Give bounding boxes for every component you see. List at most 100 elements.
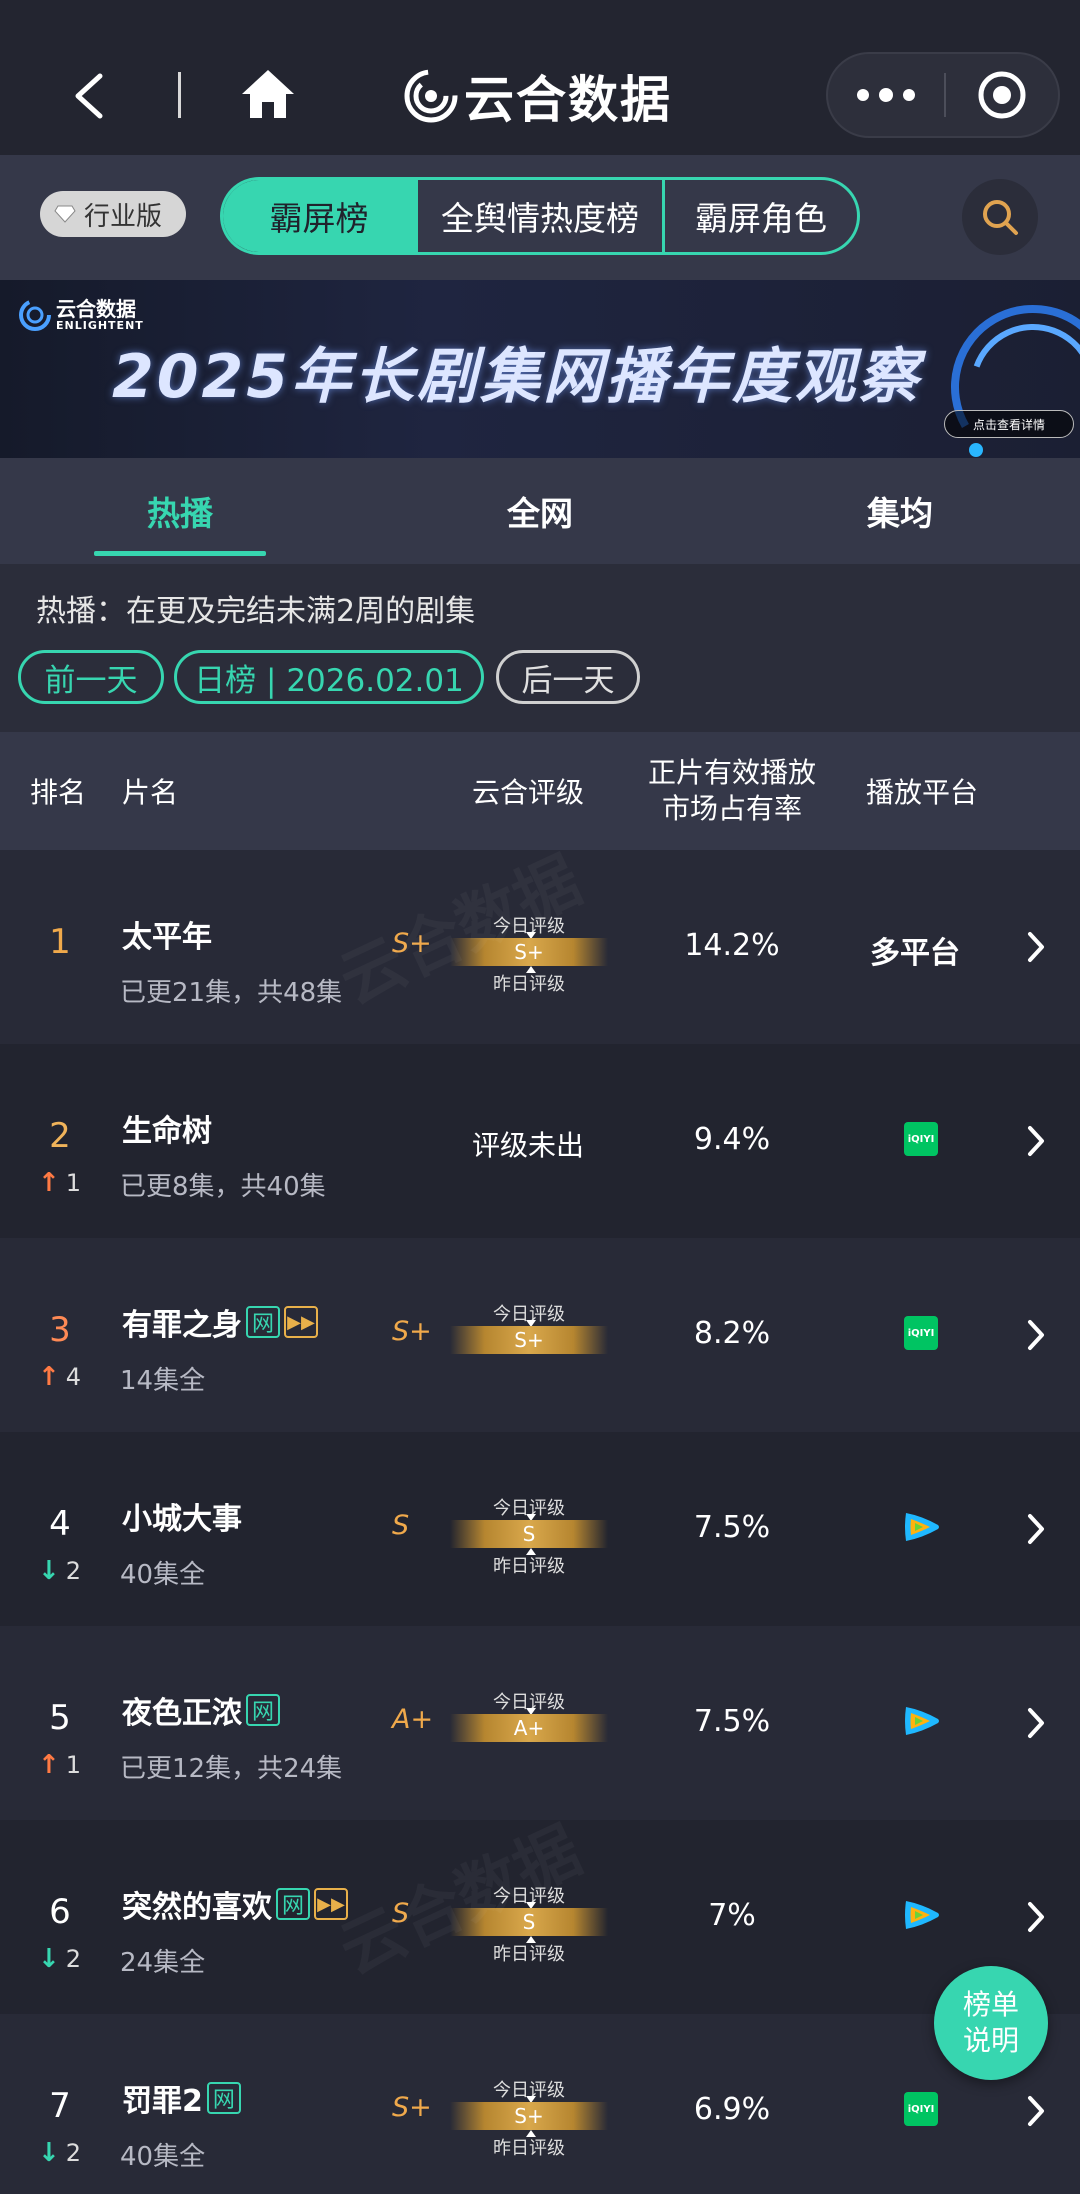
chevron-right-icon[interactable]: [1026, 1900, 1046, 1934]
table-row[interactable]: 3 ↑ 4 有罪之身网 ▶▶ 14集全 S+ 今日评级 S+ 8.2% iQIYI: [0, 1238, 1080, 1432]
target-icon: [978, 71, 1026, 119]
grade-bar: S+: [450, 938, 608, 966]
mini-program-capsule: [826, 52, 1060, 138]
grade-yesterday-label: 昨日评级: [493, 1556, 565, 1577]
table-row[interactable]: 5 ↑ 1 夜色正浓网已更12集，共24集 A+ 今日评级 A+ 7.5%: [0, 1626, 1080, 1820]
home-icon[interactable]: [240, 68, 296, 120]
header-market-share: 正片有效播放 市场占有率: [640, 732, 824, 850]
table-row[interactable]: 2 ↑ 1 生命树 已更8集，共40集 评级未出 9.4% iQIYI: [0, 1044, 1080, 1238]
rank-number: 2: [49, 1116, 71, 1156]
table-row[interactable]: 1 太平年 已更21集，共48集 S+ 今日评级 S+ 昨日评级 14.2% 多平台: [0, 850, 1080, 1044]
rank-change-value: 2: [65, 2139, 82, 2167]
episode-info: 40集全: [120, 2142, 206, 2172]
grade-value: S+: [392, 928, 432, 959]
rank-change: ↑ 1: [38, 1168, 81, 1198]
rank-change-value: 1: [65, 1169, 82, 1197]
show-title: 太平年: [122, 920, 212, 955]
chevron-right-icon[interactable]: [1026, 1706, 1046, 1740]
dot-icon: [903, 89, 915, 101]
brand-logo-icon: [404, 69, 458, 123]
tab-screen-domination[interactable]: 霸屏榜: [223, 180, 415, 252]
show-title: 夜色正浓: [122, 1696, 242, 1731]
show-title: 有罪之身: [122, 1308, 242, 1343]
rank-change-value: 2: [65, 1945, 82, 1973]
rank-change: ↓ 2: [38, 1556, 81, 1586]
grade-value: A+: [392, 1704, 434, 1735]
industry-badge-label: 行业版: [84, 201, 163, 232]
arrow-down-icon: ↓: [38, 1556, 60, 1586]
chevron-right-icon[interactable]: [1026, 930, 1046, 964]
show-title-wrap: 生命树: [122, 1106, 442, 1150]
tencent-video-icon: [905, 1707, 939, 1735]
grade-value: S+: [392, 1316, 432, 1347]
header-grade: 云合评级: [472, 776, 585, 809]
tab-screen-roles[interactable]: 霸屏角色: [662, 180, 857, 252]
grade-bar: S+: [450, 2102, 608, 2130]
market-share: 14.2%: [684, 928, 780, 963]
grade-value: S: [392, 1898, 410, 1929]
rank-number: 7: [49, 2086, 71, 2126]
market-share: 6.9%: [693, 2092, 771, 2127]
table-row[interactable]: 4 ↓ 2 小城大事 40集全 S 今日评级 S 昨日评级 7.5%: [0, 1432, 1080, 1626]
header-title: 片名: [122, 776, 179, 809]
annual-report-banner[interactable]: 云合数据 ENLIGHTENT 2025年长剧集网播年度观察 点击查看详情: [0, 280, 1080, 458]
network-drama-badge: 网: [276, 1888, 310, 1920]
fast-forward-icon: ▶▶: [284, 1306, 318, 1338]
market-share: 7.5%: [693, 1704, 771, 1739]
rank-number: 6: [49, 1892, 71, 1932]
header-divider: [178, 72, 181, 118]
brand-name: 云合数据: [464, 71, 672, 129]
rank-change: ↑ 4: [38, 1362, 81, 1392]
ranking-explanation-button[interactable]: 榜单 说明: [934, 1966, 1048, 2080]
next-day-button[interactable]: 后一天: [496, 650, 640, 704]
ranking-info-panel: 热播：在更及完结未满2周的剧集 前一天 日榜 | 2026.02.01 后一天: [0, 564, 1080, 732]
header-share-line2: 市场占有率: [661, 792, 802, 825]
platform-label: 多平台: [870, 936, 960, 971]
ranking-type-bar: 行业版 霸屏榜 全舆情热度榜 霸屏角色: [0, 155, 1080, 280]
tab-all-network[interactable]: 全网: [360, 458, 720, 564]
ranking-list: 1 太平年 已更21集，共48集 S+ 今日评级 S+ 昨日评级 14.2% 多平台 2 ↑ 1 生命树…: [0, 850, 1080, 2194]
banner-details-button[interactable]: 点击查看详情: [944, 410, 1074, 438]
previous-day-button[interactable]: 前一天: [18, 650, 164, 704]
episode-info: 40集全: [120, 1560, 206, 1590]
table-header: 排名 片名 云合评级 正片有效播放 市场占有率 播放平台: [0, 732, 1080, 850]
tab-public-opinion-heat[interactable]: 全舆情热度榜: [415, 180, 662, 252]
more-options-button[interactable]: [828, 54, 944, 136]
date-selector[interactable]: 日榜 | 2026.02.01: [174, 650, 484, 704]
rank-change-value: 2: [65, 1557, 82, 1585]
grade-yesterday-label: 昨日评级: [493, 974, 565, 995]
arrow-down-icon: ↓: [38, 1944, 60, 1974]
network-drama-badge: 网: [246, 1306, 280, 1338]
network-drama-badge: 网: [246, 1694, 280, 1726]
rank-number: 5: [49, 1698, 71, 1738]
search-button[interactable]: [962, 179, 1038, 255]
tencent-video-icon: [905, 1901, 939, 1929]
brand-logo-icon: [19, 299, 51, 331]
banner-logo-cn: 云合数据: [56, 296, 136, 321]
table-row[interactable]: 6 ↓ 2 突然的喜欢网 ▶▶ 24集全 S 今日评级 S 昨日评级 7%: [0, 1820, 1080, 2014]
float-button-line2: 说明: [962, 2024, 1019, 2057]
table-row[interactable]: 7 ↓ 2 罚罪2 网 40集全 S+ 今日评级 S+ 昨日评级 6.9% iQIYI: [0, 2014, 1080, 2194]
chevron-right-icon[interactable]: [1026, 1124, 1046, 1158]
grade-bar: A+: [450, 1714, 608, 1742]
back-arrow-icon[interactable]: [70, 72, 106, 120]
fast-forward-icon: ▶▶: [314, 1888, 348, 1920]
chevron-right-icon[interactable]: [1026, 1318, 1046, 1352]
close-mini-program-button[interactable]: [946, 70, 1058, 120]
grade-bar: S+: [450, 1326, 608, 1354]
chevron-right-icon[interactable]: [1026, 2094, 1046, 2128]
rank-number: 4: [49, 1504, 71, 1544]
tab-hot-airing[interactable]: 热播: [0, 458, 360, 564]
episode-info: 已更12集，共24集: [120, 1754, 343, 1784]
ranking-description: 热播：在更及完结未满2周的剧集: [36, 594, 476, 629]
ranking-segmented-control: 霸屏榜 全舆情热度榜 霸屏角色: [220, 177, 860, 255]
tab-per-episode[interactable]: 集均: [720, 458, 1080, 564]
episode-info: 已更8集，共40集: [120, 1172, 326, 1202]
show-title: 突然的喜欢: [122, 1890, 272, 1925]
iqiyi-icon: iQIYI: [904, 1316, 938, 1350]
dot-icon: [879, 88, 893, 102]
chevron-right-icon[interactable]: [1026, 1512, 1046, 1546]
market-share: 7%: [708, 1898, 756, 1933]
diamond-icon: [54, 205, 76, 223]
industry-edition-badge[interactable]: 行业版: [40, 191, 186, 237]
